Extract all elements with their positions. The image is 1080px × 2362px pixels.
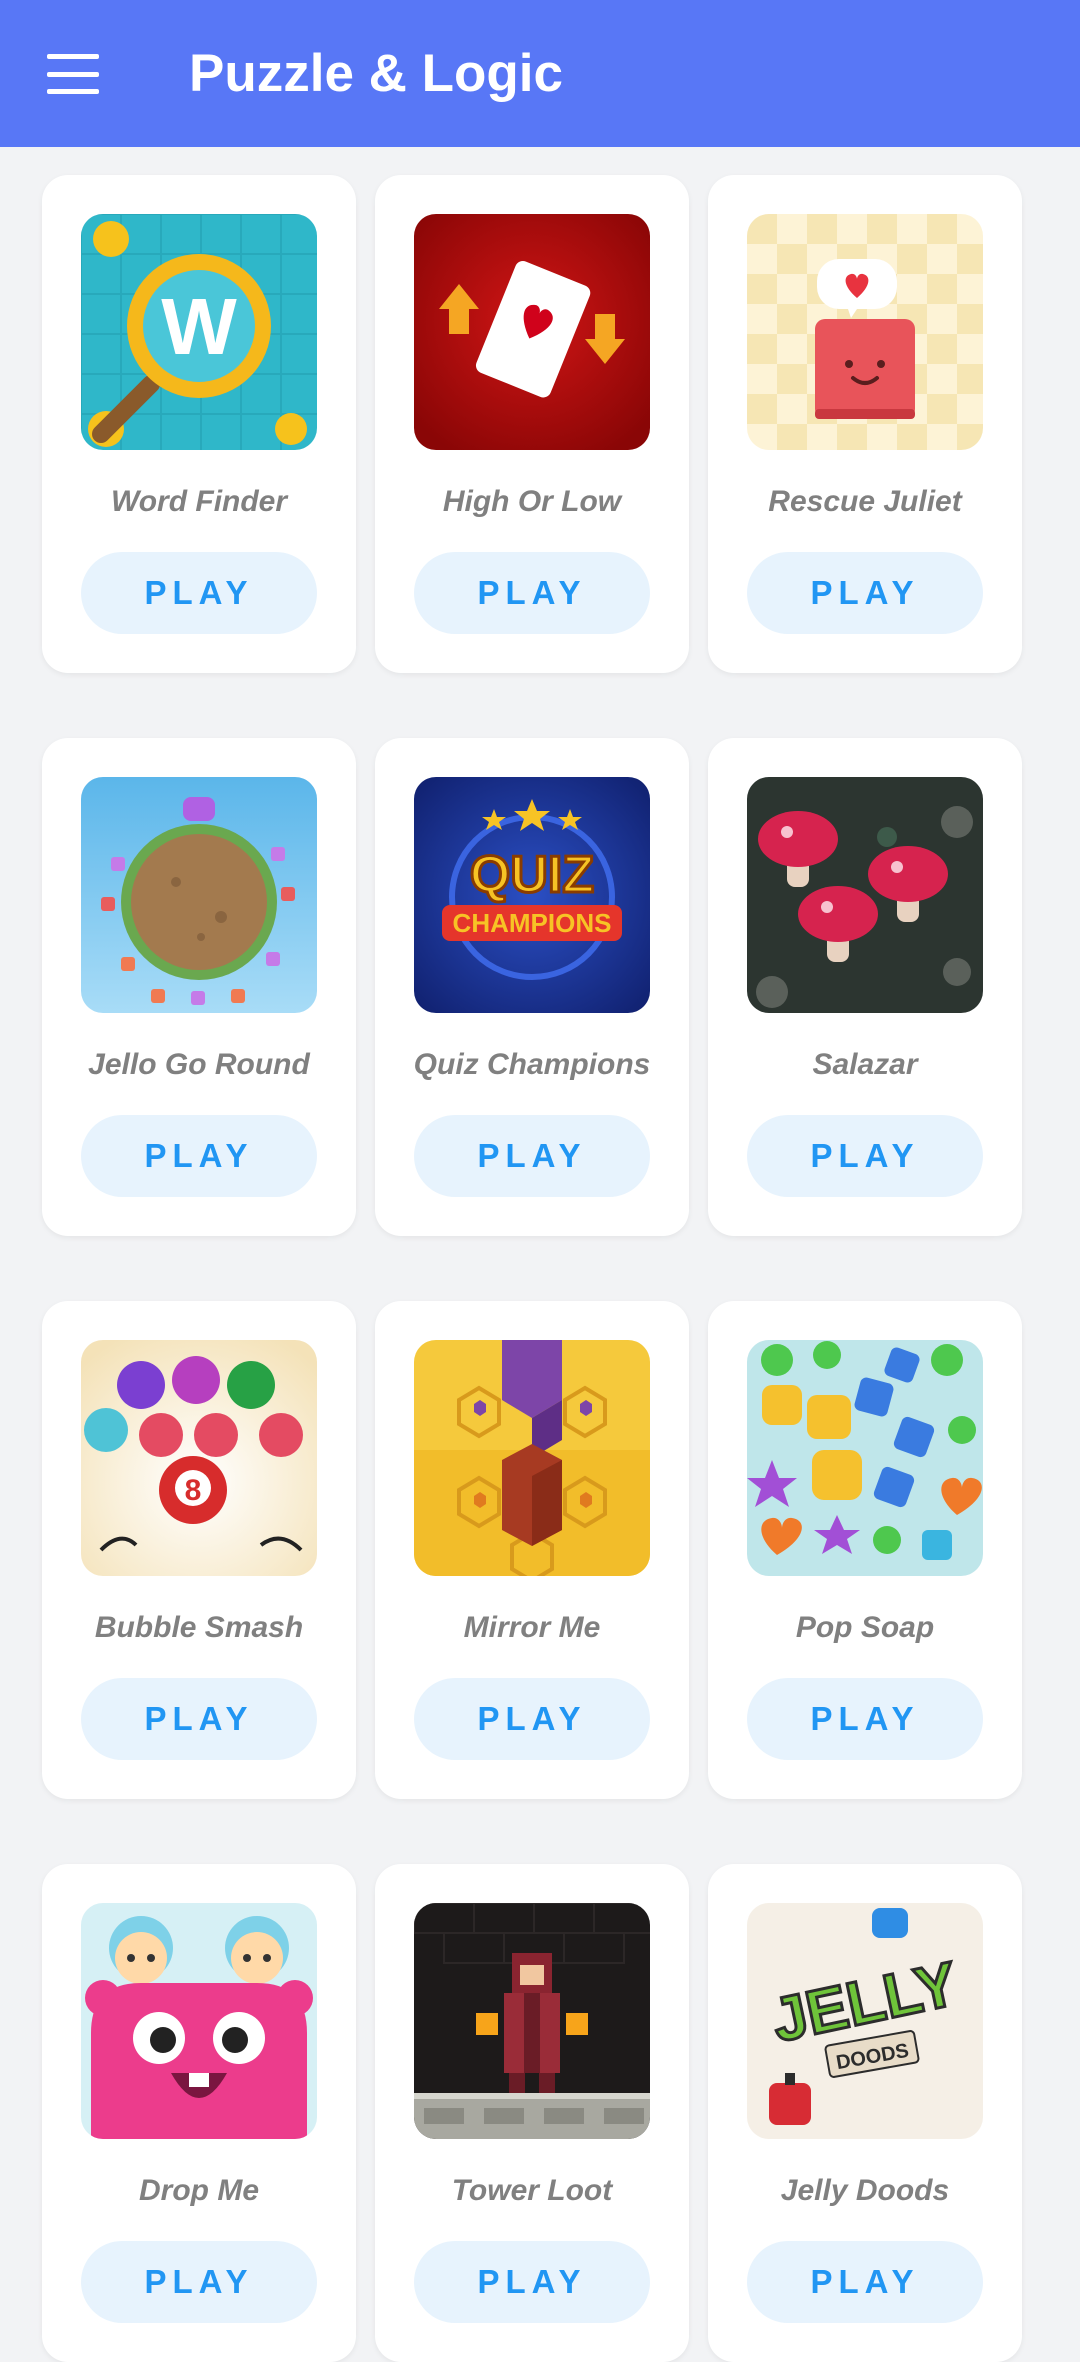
play-button-jello-go-round[interactable]: PLAY [81,1115,317,1197]
game-card-rescue-juliet[interactable]: Rescue Juliet PLAY [708,175,1022,673]
game-card-quiz-champions[interactable]: QUIZ CHAMPIONS Quiz Champions PLAY [375,738,689,1236]
word-finder-thumbnail: W [81,214,317,450]
play-button-tower-loot[interactable]: PLAY [414,2241,650,2323]
high-or-low-thumbnail [414,214,650,450]
play-button-quiz-champions[interactable]: PLAY [414,1115,650,1197]
play-button-bubble-smash[interactable]: PLAY [81,1678,317,1760]
bubble-smash-thumbnail: 8 [81,1340,317,1576]
play-button-mirror-me[interactable]: PLAY [414,1678,650,1760]
pop-soap-thumbnail [747,1340,983,1576]
jelly-doods-thumbnail: JELLY DOODS [747,1903,983,2139]
game-name: Quiz Champions [413,1048,651,1081]
word-finder-logo-letter: W [161,282,237,371]
game-card-jelly-doods[interactable]: JELLY DOODS Jelly Doods PLAY [708,1864,1022,2362]
play-button-rescue-juliet[interactable]: PLAY [747,552,983,634]
game-card-bubble-smash[interactable]: 8 Bubble Smash PLAY [42,1301,356,1799]
rescue-juliet-thumbnail [747,214,983,450]
bubble-number: 8 [185,1474,202,1507]
game-name: Bubble Smash [94,1611,304,1644]
quiz-logo-line2: CHAMPIONS [453,908,612,938]
drop-me-thumbnail [81,1903,317,2139]
quiz-champions-thumbnail: QUIZ CHAMPIONS [414,777,650,1013]
mirror-me-thumbnail [414,1340,650,1576]
game-name: Salazar [812,1048,918,1081]
game-card-pop-soap[interactable]: Pop Soap PLAY [708,1301,1022,1799]
game-grid: W Word Finder PLAY High Or Low PLAY Resc… [0,0,1080,2362]
game-name: High Or Low [442,485,622,518]
game-card-drop-me[interactable]: Drop Me PLAY [42,1864,356,2362]
tower-loot-thumbnail [414,1903,650,2139]
game-card-high-or-low[interactable]: High Or Low PLAY [375,175,689,673]
play-button-drop-me[interactable]: PLAY [81,2241,317,2323]
quiz-logo-line1: QUIZ [470,846,594,904]
game-card-jello-go-round[interactable]: Jello Go Round PLAY [42,738,356,1236]
game-name: Word Finder [110,485,288,518]
play-button-salazar[interactable]: PLAY [747,1115,983,1197]
game-card-salazar[interactable]: Salazar PLAY [708,738,1022,1236]
play-button-word-finder[interactable]: PLAY [81,552,317,634]
game-card-word-finder[interactable]: W Word Finder PLAY [42,175,356,673]
salazar-thumbnail [747,777,983,1013]
game-card-tower-loot[interactable]: Tower Loot PLAY [375,1864,689,2362]
play-button-high-or-low[interactable]: PLAY [414,552,650,634]
game-name: Mirror Me [463,1611,601,1644]
game-name: Drop Me [139,2174,259,2207]
game-card-mirror-me[interactable]: Mirror Me PLAY [375,1301,689,1799]
play-button-jelly-doods[interactable]: PLAY [747,2241,983,2323]
game-name: Rescue Juliet [768,485,962,518]
game-name: Jelly Doods [780,2174,950,2207]
game-name: Jello Go Round [88,1048,310,1081]
jello-go-round-thumbnail [81,777,317,1013]
play-button-pop-soap[interactable]: PLAY [747,1678,983,1760]
game-name: Pop Soap [795,1611,935,1644]
game-name: Tower Loot [451,2174,613,2207]
